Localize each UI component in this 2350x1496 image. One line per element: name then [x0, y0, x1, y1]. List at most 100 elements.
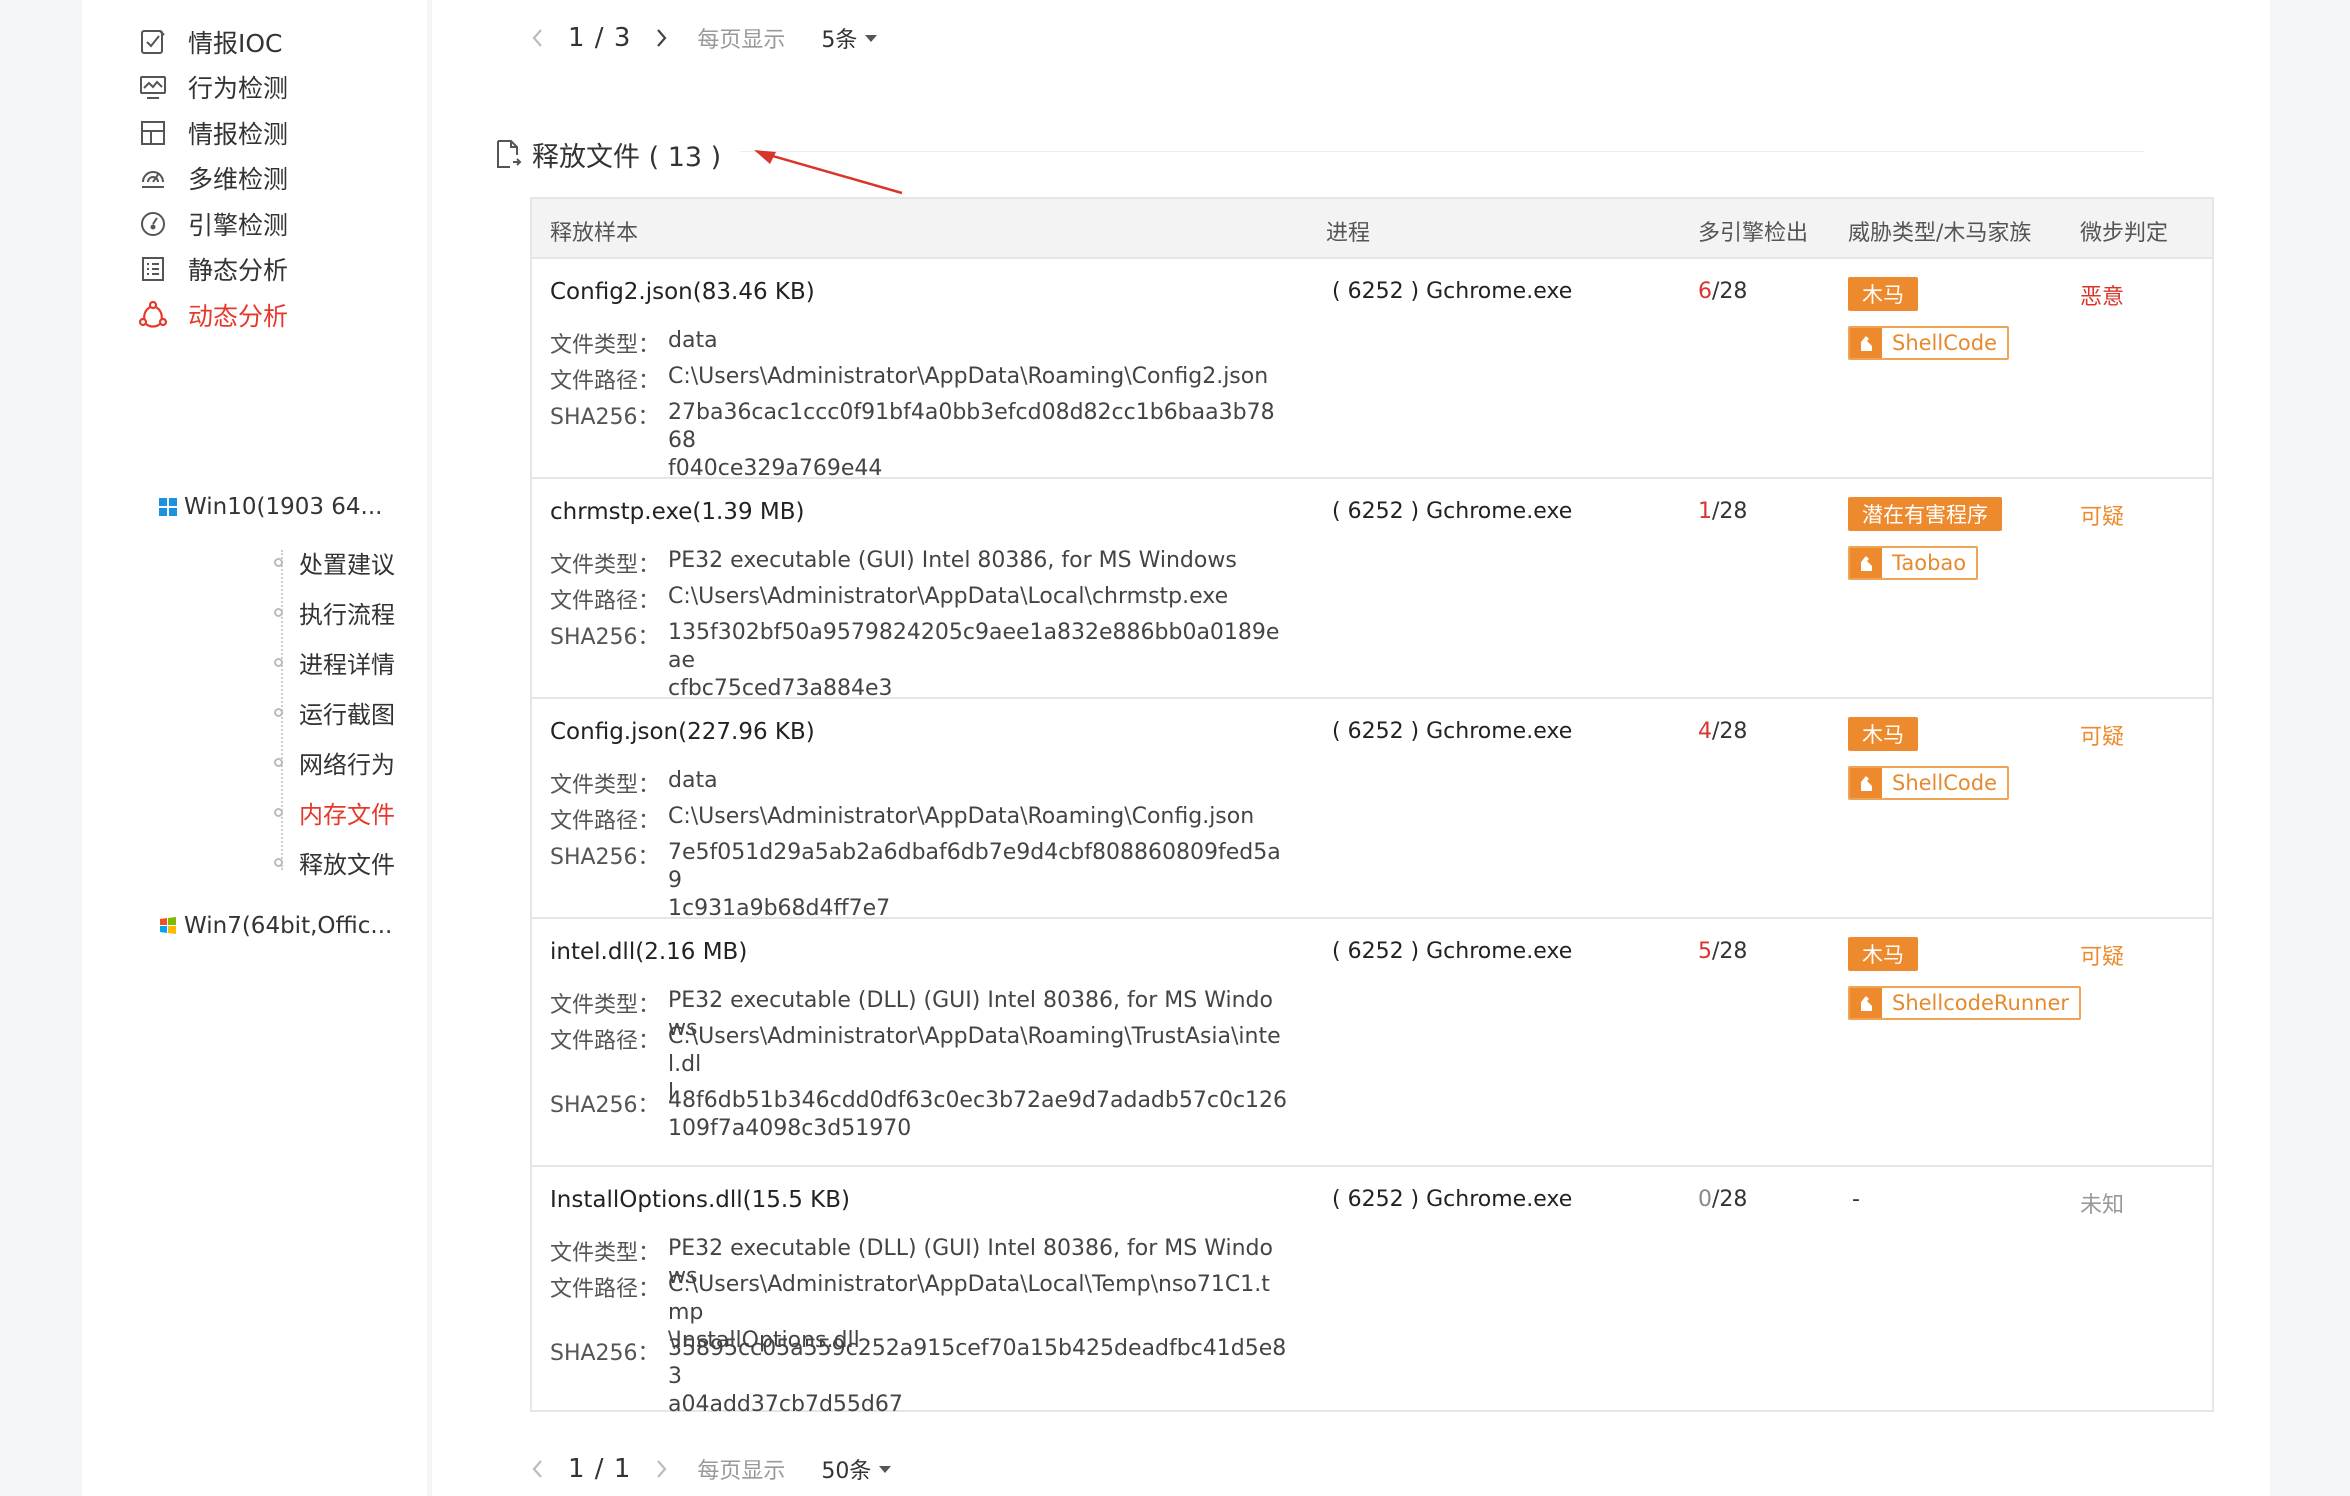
field-label: SHA256：: [550, 1341, 660, 1366]
family-name: ShellCode: [1892, 771, 1997, 795]
nav-item-intel-ioc[interactable]: 情报IOC: [138, 17, 283, 67]
sample-name[interactable]: Config2.json(83.46 KB): [550, 279, 815, 305]
sub-item-advice[interactable]: 处置建议: [274, 542, 395, 582]
sha-line: f040ce329a769e44: [668, 456, 883, 481]
table-header: 释放样本 进程 多引擎检出 威胁类型/木马家族 微步判定: [532, 199, 2212, 259]
bullet-dot: [274, 707, 283, 717]
bullet-dot: [274, 607, 283, 617]
page-indicator: 1 / 1: [568, 1454, 632, 1484]
detection-ratio: 6/28: [1698, 279, 1747, 304]
sha-line: 135f302bf50a9579824205c9aee1a832e886bb0a…: [668, 620, 1280, 673]
sub-item-network[interactable]: 网络行为: [274, 742, 395, 782]
detection-count: 1: [1698, 499, 1712, 524]
per-page-label: 每页显示: [697, 28, 786, 53]
file-sha256: SHA256： 48f6db51b346cdd0df63c0ec3b72ae9d7…: [550, 1087, 1288, 1143]
nav-item-dynamic-analysis[interactable]: 动态分析: [138, 290, 288, 340]
trojan-horse-icon: [1850, 988, 1882, 1018]
field-label: 文件类型：: [550, 553, 661, 578]
path-line: C:\Users\Administrator\AppData\Roaming\T…: [668, 1024, 1281, 1077]
sample-name[interactable]: InstallOptions.dll(15.5 KB): [550, 1187, 850, 1213]
pagination-top: 1 / 3 每页显示 5条: [522, 13, 878, 63]
field-label: 文件路径：: [550, 809, 661, 834]
page-size-select[interactable]: 50条: [821, 1453, 892, 1485]
field-label: 文件类型：: [550, 773, 661, 798]
file-path: 文件路径： C:\Users\Administrator\AppData\Loca…: [550, 583, 1288, 615]
detection-total: /28: [1712, 279, 1748, 304]
file-sha256: SHA256： 135f302bf50a9579824205c9aee1a832e…: [550, 619, 1288, 703]
sub-item-dropped-files[interactable]: 释放文件: [274, 842, 395, 882]
nav-item-multi-detect[interactable]: 多维检测: [138, 153, 288, 203]
file-type: 文件类型： data: [550, 767, 1288, 799]
process-name: ( 6252 ) Gchrome.exe: [1332, 939, 1573, 964]
col-verdict: 微步判定: [2080, 221, 2169, 246]
process-name: ( 6252 ) Gchrome.exe: [1332, 719, 1573, 744]
verdict: 未知: [2080, 1193, 2125, 1218]
network-nodes-icon: [138, 300, 168, 330]
nav-label: 静态分析: [188, 256, 289, 285]
nav-item-engine-detect[interactable]: 引擎检测: [138, 199, 288, 249]
file-type: 文件类型： PE32 executable (GUI) Intel 80386, …: [550, 547, 1288, 579]
edit-check-icon: [138, 27, 168, 57]
sub-item-exec-flow[interactable]: 执行流程: [274, 592, 395, 632]
env-group-label: Win10(1903 64...: [184, 494, 383, 520]
detection-total: /28: [1712, 499, 1748, 524]
nav-label: 多维检测: [188, 165, 289, 194]
trojan-horse-icon: [1850, 548, 1882, 578]
section-divider: [740, 151, 2144, 152]
sub-item-label: 运行截图: [299, 700, 395, 729]
sub-item-screenshots[interactable]: 运行截图: [274, 692, 395, 732]
family-tag[interactable]: Taobao: [1848, 546, 1979, 580]
sub-item-memory-files[interactable]: 内存文件: [274, 792, 395, 832]
table-row: Config.json(227.96 KB) 文件类型： data 文件路径： C:…: [532, 699, 2212, 921]
table-row: Config2.json(83.46 KB) 文件类型： data 文件路径： C:…: [532, 259, 2212, 481]
bullet-dot: [274, 657, 283, 667]
bullet-dot: [274, 807, 283, 817]
field-label: SHA256：: [550, 405, 660, 430]
sub-item-label: 网络行为: [299, 750, 395, 779]
page-size-select[interactable]: 5条: [821, 22, 878, 54]
family-tag[interactable]: ShellCode: [1848, 766, 2009, 800]
page-size-value: 50条: [821, 1459, 872, 1484]
process-name: ( 6252 ) Gchrome.exe: [1332, 499, 1573, 524]
table-row: intel.dll(2.16 MB) 文件类型： PE32 executable …: [532, 919, 2212, 1167]
family-tag[interactable]: ShellcodeRunner: [1848, 986, 2082, 1020]
pagination-bottom: 1 / 1 每页显示 50条: [522, 1444, 892, 1494]
sha-line: 109f7a4098c3d51970: [668, 1116, 912, 1141]
sidebar: 情报IOC 行为检测 情报检测 多维检测 引擎检测 静态分析 动态分析 Win1…: [82, 0, 457, 1496]
nav-label: 行为检测: [188, 74, 289, 103]
verdict: 可疑: [2080, 945, 2125, 970]
page-size-value: 5条: [821, 28, 858, 53]
family-name: ShellcodeRunner: [1892, 991, 2070, 1015]
next-page-icon[interactable]: [645, 1453, 677, 1485]
detection-count: 0: [1698, 1187, 1712, 1212]
sample-name[interactable]: intel.dll(2.16 MB): [550, 939, 747, 965]
prev-page-icon[interactable]: [522, 22, 554, 54]
detection-ratio: 4/28: [1698, 719, 1747, 744]
family-tag[interactable]: ShellCode: [1848, 326, 2009, 360]
detection-total: /28: [1712, 1187, 1748, 1212]
detection-count: 4: [1698, 719, 1712, 744]
field-label: SHA256：: [550, 845, 660, 870]
next-page-icon[interactable]: [645, 22, 677, 54]
field-value: 35895cc05a559c252a915cef70a15b425deadfbc…: [668, 1335, 1288, 1419]
family-name: Taobao: [1892, 551, 1967, 575]
sub-item-process-detail[interactable]: 进程详情: [274, 642, 395, 682]
field-value: C:\Users\Administrator\AppData\Roaming\C…: [668, 804, 1255, 829]
env-group-label: Win7(64bit,Offic...: [184, 913, 393, 939]
field-value: 7e5f051d29a5ab2a6dbaf6db7e9d4cbf80886080…: [668, 839, 1288, 923]
sub-item-label: 进程详情: [299, 650, 395, 679]
radar-icon: [138, 163, 168, 193]
prev-page-icon[interactable]: [522, 1453, 554, 1485]
dropped-files-table: 释放样本 进程 多引擎检出 威胁类型/木马家族 微步判定 Config2.jso…: [530, 197, 2214, 1417]
sha-line: 35895cc05a559c252a915cef70a15b425deadfbc…: [668, 1336, 1287, 1389]
sha-line: 1c931a9b68d4ff7e7: [668, 896, 891, 921]
path-line: C:\Users\Administrator\AppData\Local\Tem…: [668, 1272, 1270, 1325]
sample-name[interactable]: Config.json(227.96 KB): [550, 719, 815, 745]
nav-item-behavior[interactable]: 行为检测: [138, 62, 288, 112]
field-value: 48f6db51b346cdd0df63c0ec3b72ae9d7adadb57…: [668, 1087, 1288, 1143]
field-label: 文件路径：: [550, 589, 661, 614]
nav-item-intel-detect[interactable]: 情报检测: [138, 108, 288, 158]
nav-label: 情报检测: [188, 120, 289, 149]
sample-name[interactable]: chrmstp.exe(1.39 MB): [550, 499, 804, 525]
nav-item-static-analysis[interactable]: 静态分析: [138, 244, 288, 294]
